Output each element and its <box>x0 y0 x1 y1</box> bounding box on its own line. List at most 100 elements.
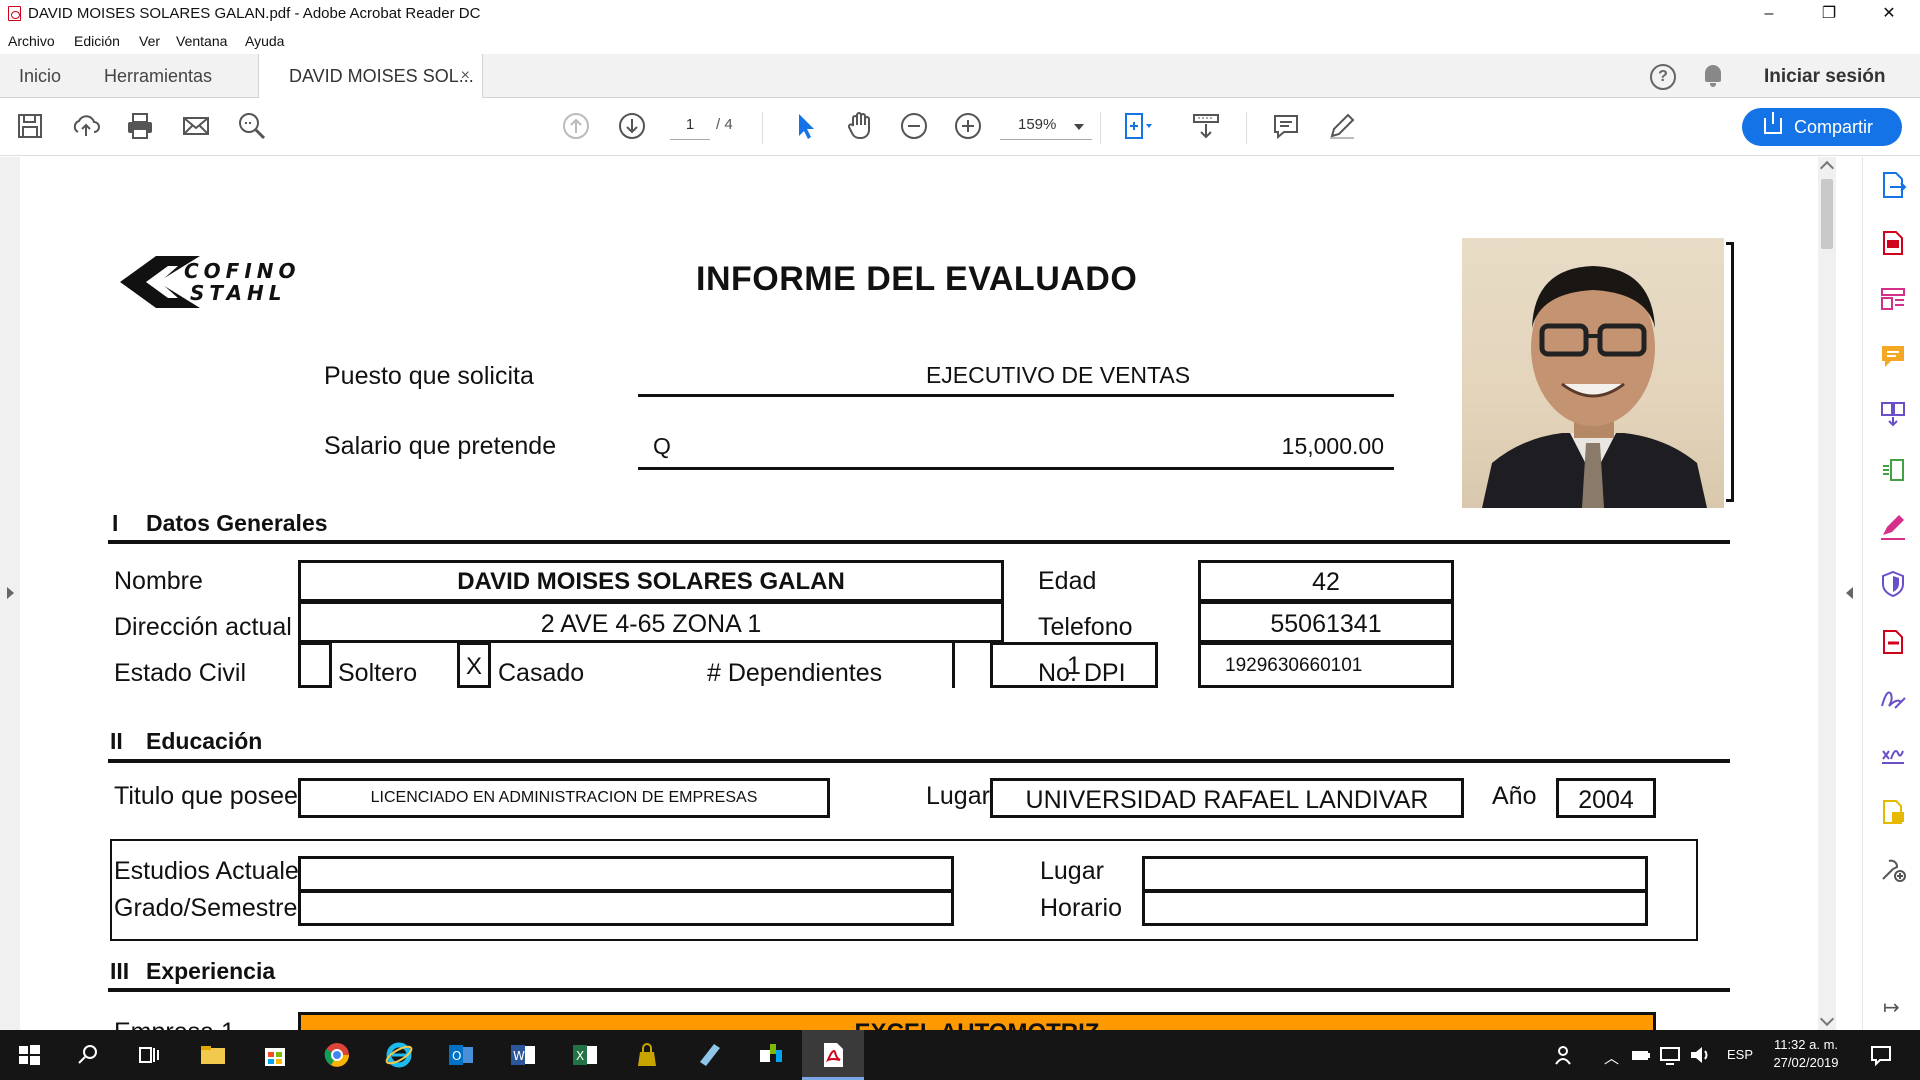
hand-tool-icon[interactable] <box>844 110 876 142</box>
menu-ver[interactable]: Ver <box>139 33 160 49</box>
clock-time: 11:32 a. m. <box>1773 1037 1839 1052</box>
scroll-mode-icon[interactable] <box>1190 110 1222 142</box>
select-arrow-icon[interactable] <box>790 110 822 142</box>
tab-document-label: DAVID MOISES SOL... <box>289 66 474 86</box>
scroll-thumb[interactable] <box>1821 179 1833 249</box>
age-label: Edad <box>1038 567 1097 595</box>
send-for-review-icon[interactable] <box>1879 798 1907 826</box>
current-studies-label: Estudios Actuales <box>114 857 312 885</box>
degree-value: LICENCIADO EN ADMINISTRACION DE EMPRESAS <box>370 789 758 806</box>
logo-line-1: COFINO <box>184 259 301 283</box>
search-icon[interactable] <box>236 110 268 142</box>
married-checkbox: X <box>457 642 491 688</box>
company-1-label: Empresa 1 <box>114 1018 235 1030</box>
collapse-tools-pane-icon[interactable]: ↦ <box>1883 995 1900 1020</box>
network-icon[interactable] <box>1656 1040 1686 1070</box>
chrome-icon[interactable] <box>322 1040 352 1070</box>
comment-icon[interactable] <box>1270 110 1302 142</box>
action-center-icon[interactable] <box>1866 1040 1896 1070</box>
notifications-bell-icon[interactable] <box>1703 65 1723 87</box>
photo-bracket <box>1726 242 1734 502</box>
language-indicator[interactable]: ESP <box>1727 1047 1753 1062</box>
scroll-up-icon[interactable] <box>1819 160 1835 176</box>
excel-icon[interactable]: X <box>570 1040 600 1070</box>
logo-line-2: STAHL <box>190 281 287 305</box>
fit-page-icon[interactable] <box>1120 110 1152 142</box>
help-icon[interactable]: ? <box>1650 64 1676 90</box>
app-bag-icon[interactable] <box>632 1040 662 1070</box>
office-tools-icon[interactable] <box>756 1040 786 1070</box>
sign-icon[interactable] <box>1879 684 1907 712</box>
company-1-box: EXCEL AUTOMOTRIZ <box>298 1012 1656 1030</box>
file-explorer-icon[interactable] <box>198 1040 228 1070</box>
more-tools-icon[interactable] <box>1879 855 1907 883</box>
svg-text:X: X <box>576 1049 584 1063</box>
menu-ayuda[interactable]: Ayuda <box>245 33 284 49</box>
schedule-label: Horario <box>1040 894 1122 922</box>
collapse-right-pane-icon[interactable] <box>1846 587 1853 599</box>
protect-icon[interactable] <box>1879 570 1907 598</box>
volume-icon[interactable] <box>1686 1040 1716 1070</box>
menu-ventana[interactable]: Ventana <box>176 33 227 49</box>
tab-document[interactable]: DAVID MOISES SOL... × <box>258 54 483 99</box>
tab-tools[interactable]: Herramientas <box>104 54 212 98</box>
zoom-in-icon[interactable] <box>952 110 984 142</box>
word-icon[interactable]: W <box>508 1040 538 1070</box>
email-icon[interactable] <box>180 110 212 142</box>
next-page-icon[interactable] <box>616 110 648 142</box>
certificates-icon[interactable] <box>1879 741 1907 769</box>
combine-files-icon[interactable] <box>1879 399 1907 427</box>
export-pdf-icon[interactable] <box>1879 171 1907 199</box>
tab-home[interactable]: Inicio <box>19 54 61 98</box>
phone-label: Telefono <box>1038 613 1133 641</box>
outlook-icon[interactable]: O <box>446 1040 476 1070</box>
internet-explorer-icon[interactable] <box>384 1040 414 1070</box>
left-navigation-pane-toggle[interactable] <box>0 157 20 1030</box>
organize-pages-icon[interactable] <box>1879 456 1907 484</box>
document-viewer[interactable]: COFINO STAHL INFORME DEL EVALUADO Puesto… <box>20 157 1818 1030</box>
acrobat-taskbar-button[interactable] <box>802 1030 864 1080</box>
current-place-label: Lugar <box>1040 857 1104 885</box>
restore-button[interactable]: ❐ <box>1800 0 1858 28</box>
page-number-input[interactable]: 1 <box>670 116 710 140</box>
year-value: 2004 <box>1578 786 1634 814</box>
store-icon[interactable] <box>260 1040 290 1070</box>
place-box: UNIVERSIDAD RAFAEL LANDIVAR <box>990 778 1464 818</box>
zoom-out-icon[interactable] <box>898 110 930 142</box>
save-icon[interactable] <box>14 110 46 142</box>
share-button[interactable]: Compartir <box>1742 108 1902 146</box>
position-label: Puesto que solicita <box>324 362 534 390</box>
people-icon[interactable] <box>1550 1040 1580 1070</box>
taskbar-clock[interactable]: 11:32 a. m. 27/02/2019 <box>1766 1036 1846 1072</box>
print-icon[interactable] <box>124 110 156 142</box>
tab-close-icon[interactable]: × <box>461 54 470 98</box>
fill-sign-icon[interactable] <box>1879 513 1907 541</box>
notes-app-icon[interactable] <box>694 1040 724 1070</box>
windows-start-icon[interactable] <box>14 1040 44 1070</box>
section-2-rule <box>108 759 1730 763</box>
tray-chevron-up-icon[interactable]: ︿ <box>1604 1047 1619 1068</box>
battery-icon[interactable] <box>1626 1040 1656 1070</box>
vertical-scrollbar[interactable] <box>1818 157 1836 1030</box>
svg-text:W: W <box>513 1049 525 1063</box>
edit-pdf-icon[interactable] <box>1879 285 1907 313</box>
zoom-value: 159% <box>1018 116 1057 133</box>
previous-page-icon[interactable] <box>560 110 592 142</box>
task-view-icon[interactable] <box>134 1040 164 1070</box>
scroll-down-icon[interactable] <box>1819 1011 1835 1027</box>
toolbar-divider <box>762 112 763 144</box>
menu-archivo[interactable]: Archivo <box>8 33 55 49</box>
comment-tool-icon[interactable] <box>1879 342 1907 370</box>
search-icon[interactable] <box>74 1040 104 1070</box>
create-pdf-icon[interactable] <box>1879 228 1907 256</box>
minimize-button[interactable]: – <box>1740 0 1798 28</box>
dpi-box: 1929630660101 <box>1198 642 1454 688</box>
close-window-button[interactable]: ✕ <box>1860 0 1918 28</box>
upload-cloud-icon[interactable] <box>70 110 102 142</box>
pen-icon[interactable] <box>1326 110 1358 142</box>
dependents-divider <box>952 642 955 688</box>
zoom-select[interactable]: 159% <box>1000 116 1092 140</box>
export-icon[interactable] <box>1879 627 1907 655</box>
signin-link[interactable]: Iniciar sesión <box>1764 66 1885 88</box>
menu-edicion[interactable]: Edición <box>74 33 120 49</box>
